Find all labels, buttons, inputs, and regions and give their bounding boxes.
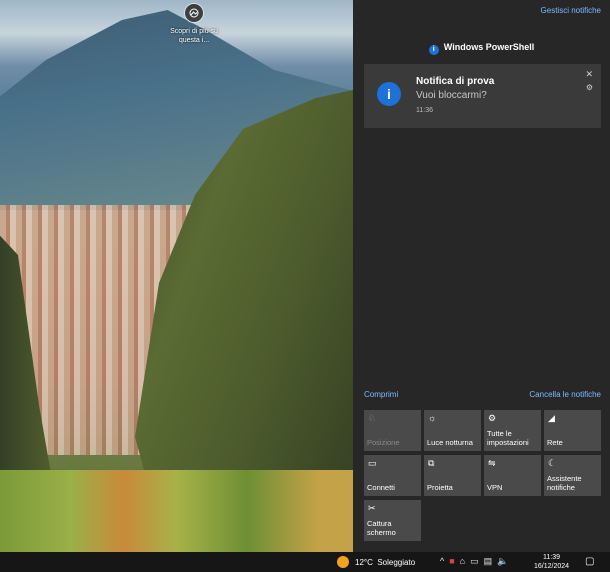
quick-action-label: Luce notturna [427, 438, 473, 447]
desktop-wallpaper: Scopri di più su questa i... [0, 0, 353, 552]
quick-action-focus-assist[interactable]: ☾ Assistente notifiche [544, 455, 601, 496]
quick-action-network[interactable]: ◢ Rete [544, 410, 601, 451]
quick-action-location[interactable]: ♘ Posizione [364, 410, 421, 451]
app-name: Windows PowerShell [443, 42, 535, 52]
project-icon: ⧉ [428, 458, 435, 468]
quick-action-label: Rete [547, 438, 563, 447]
quick-action-label: Tutte le impostazioni [487, 429, 529, 447]
clock-time: 11:39 [543, 554, 561, 561]
notification-center-icon[interactable]: ▢ [585, 556, 594, 567]
system-tray: ^■⌂▭▤🔈 [440, 556, 513, 567]
close-icon[interactable]: ✕ [585, 69, 593, 80]
quick-action-screen-snip[interactable]: ✂ Cattura schermo [364, 500, 421, 541]
wallpaper-trees [0, 470, 353, 552]
quick-action-label: Proietta [427, 483, 453, 492]
notification-title: Notifica di prova [416, 76, 495, 87]
quick-action-all-settings[interactable]: ⚙ Tutte le impostazioni [484, 410, 541, 451]
record-icon[interactable]: ■ [449, 556, 459, 566]
manage-notifications-link[interactable]: Gestisci notifiche [541, 6, 601, 15]
network-icon[interactable]: ▤ [484, 556, 498, 566]
network-icon: ◢ [548, 413, 555, 423]
location-icon: ♘ [368, 413, 377, 423]
quick-action-connect[interactable]: ▭ Connetti [364, 455, 421, 496]
quick-action-vpn[interactable]: ⇋ VPN [484, 455, 541, 496]
connect-icon: ▭ [368, 458, 377, 468]
spotlight-label: Scopri di più su questa i... [170, 28, 218, 44]
notification-group-header[interactable]: i Windows PowerShell [353, 42, 610, 55]
info-icon: i [377, 82, 401, 106]
moon-icon: ☾ [548, 458, 557, 468]
gear-icon[interactable]: ⚙ [586, 83, 593, 92]
quick-action-night-light[interactable]: ☼ Luce notturna [424, 410, 481, 451]
clock[interactable]: 11:39 16/12/2024 [534, 553, 569, 571]
brightness-icon: ☼ [428, 413, 437, 423]
clock-date: 16/12/2024 [534, 563, 570, 570]
notification-card[interactable]: i Notifica di prova Vuoi bloccarmi? 11:3… [364, 64, 601, 128]
weather-temperature: 12°C [355, 557, 373, 567]
volume-icon[interactable]: 🔈 [497, 556, 513, 566]
chevron-up-icon[interactable]: ^ [440, 556, 449, 566]
camera-icon [184, 3, 204, 23]
monitor-icon[interactable]: ▭ [470, 556, 484, 566]
taskbar: 12°C Soleggiato ^■⌂▭▤🔈 11:39 16/12/2024 … [0, 552, 610, 572]
collapse-link[interactable]: Comprimi [364, 390, 398, 399]
screen-snip-icon: ✂ [368, 503, 376, 513]
action-center: Gestisci notifiche i Windows PowerShell i… [353, 0, 610, 552]
weather-widget[interactable]: 12°C Soleggiato [337, 556, 415, 568]
weather-description: Soleggiato [377, 557, 416, 567]
quick-action-label: VPN [487, 483, 503, 492]
gear-icon: ⚙ [488, 413, 497, 423]
notification-time: 11:36 [416, 107, 433, 114]
sun-icon [337, 556, 349, 568]
usb-icon[interactable]: ⌂ [460, 556, 470, 566]
quick-action-project[interactable]: ⧉ Proietta [424, 455, 481, 496]
quick-action-label: Cattura schermo [367, 519, 396, 537]
quick-action-label: Posizione [367, 438, 400, 447]
clear-all-notifications-link[interactable]: Cancella le notifiche [529, 390, 601, 399]
quick-action-label: Connetti [367, 483, 395, 492]
info-icon: i [428, 45, 439, 55]
vpn-icon: ⇋ [488, 458, 496, 468]
notification-body: Vuoi bloccarmi? [416, 90, 487, 101]
spotlight-learn-more[interactable]: Scopri di più su questa i... [168, 3, 220, 45]
quick-action-label: Assistente notifiche [547, 474, 582, 492]
